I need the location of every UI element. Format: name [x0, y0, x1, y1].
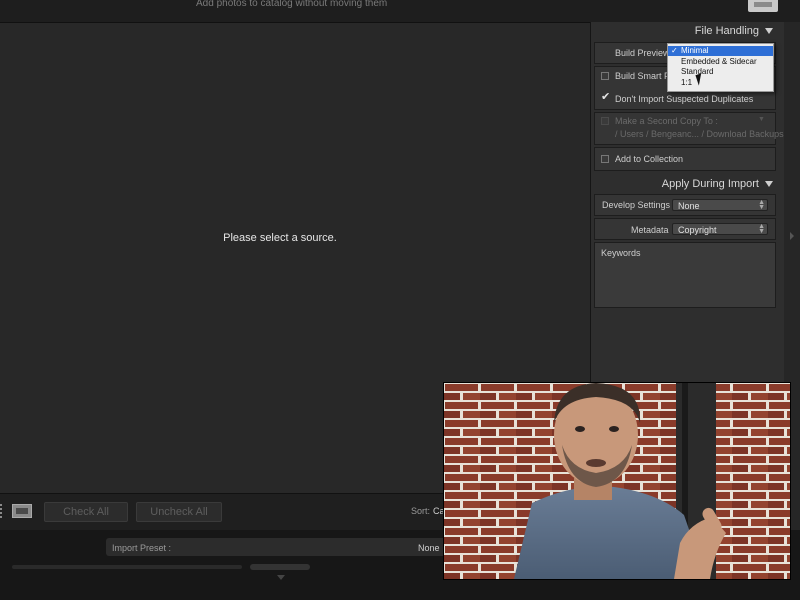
dropdown-option-1-1[interactable]: 1:1: [668, 78, 773, 88]
import-preset-value[interactable]: None: [418, 543, 440, 553]
apply-during-import-header[interactable]: Apply During Import: [600, 178, 773, 190]
build-previews-label: Build Previews: [615, 48, 675, 58]
dont-import-duplicates-label: Don't Import Suspected Duplicates: [615, 94, 754, 104]
make-second-copy-label: Make a Second Copy To :: [615, 116, 718, 126]
dropdown-option-minimal[interactable]: ✓ Minimal: [668, 46, 773, 56]
filmstrip-scroll-thumb[interactable]: [250, 564, 310, 570]
add-to-collection-label: Add to Collection: [615, 154, 684, 164]
metadata-value: Copyright: [678, 225, 717, 235]
file-handling-header[interactable]: File Handling: [600, 25, 773, 37]
check-icon: ✓: [671, 46, 678, 55]
import-drive-icon[interactable]: [748, 0, 778, 12]
sort-label: Sort:: [411, 506, 431, 516]
grid-edge-icon: [0, 504, 5, 518]
disclosure-triangle-icon: [765, 28, 773, 35]
right-panel-edge: [784, 22, 800, 382]
develop-settings-value: None: [678, 201, 700, 211]
import-mode-subtitle: Add photos to catalog without moving the…: [196, 0, 388, 9]
collapse-right-panel-icon[interactable]: [790, 232, 794, 240]
second-copy-path: / Users / Bengeanc... / Download Backups: [615, 129, 784, 139]
metadata-select[interactable]: Copyright ▲ ▼: [672, 223, 768, 235]
keywords-label: Keywords: [601, 248, 641, 258]
import-preset-label: Import Preset :: [112, 543, 172, 553]
select-arrows-icon: ▲ ▼: [758, 223, 765, 235]
top-bar: Add photos to catalog without moving the…: [0, 0, 800, 22]
grid-view-icon[interactable]: [12, 504, 32, 518]
webcam-video-frame: [444, 383, 790, 579]
option-label: 1:1: [681, 77, 693, 87]
second-copy-dropdown-icon[interactable]: ▼: [758, 116, 765, 123]
check-icon[interactable]: ✔: [601, 92, 610, 103]
develop-settings-label: Develop Settings: [602, 200, 671, 210]
dropdown-option-standard[interactable]: Standard: [668, 67, 773, 77]
webcam-overlay: [443, 382, 791, 580]
build-smart-previews-checkbox[interactable]: [601, 72, 609, 80]
uncheck-all-button[interactable]: Uncheck All: [136, 502, 222, 522]
build-previews-dropdown[interactable]: ✓ Minimal Embedded & Sidecar Standard 1:…: [667, 43, 774, 92]
option-label: Embedded & Sidecar: [681, 56, 757, 66]
make-second-copy-checkbox[interactable]: [601, 117, 609, 125]
develop-settings-select[interactable]: None ▲ ▼: [672, 199, 768, 211]
select-arrows-icon: ▲ ▼: [758, 199, 765, 211]
check-all-button[interactable]: Check All: [44, 502, 128, 522]
disclosure-triangle-icon: [765, 181, 773, 188]
select-source-message: Please select a source.: [223, 232, 337, 244]
filmstrip-scrollbar[interactable]: [12, 565, 242, 569]
apply-during-import-title: Apply During Import: [661, 178, 759, 190]
dropdown-option-embedded-sidecar[interactable]: Embedded & Sidecar: [668, 57, 773, 67]
collapse-bottom-panel-icon[interactable]: [277, 575, 285, 580]
metadata-label: Metadata: [631, 225, 669, 235]
option-label: Minimal: [681, 46, 709, 55]
add-to-collection-checkbox[interactable]: [601, 155, 609, 163]
file-handling-title: File Handling: [694, 25, 759, 37]
